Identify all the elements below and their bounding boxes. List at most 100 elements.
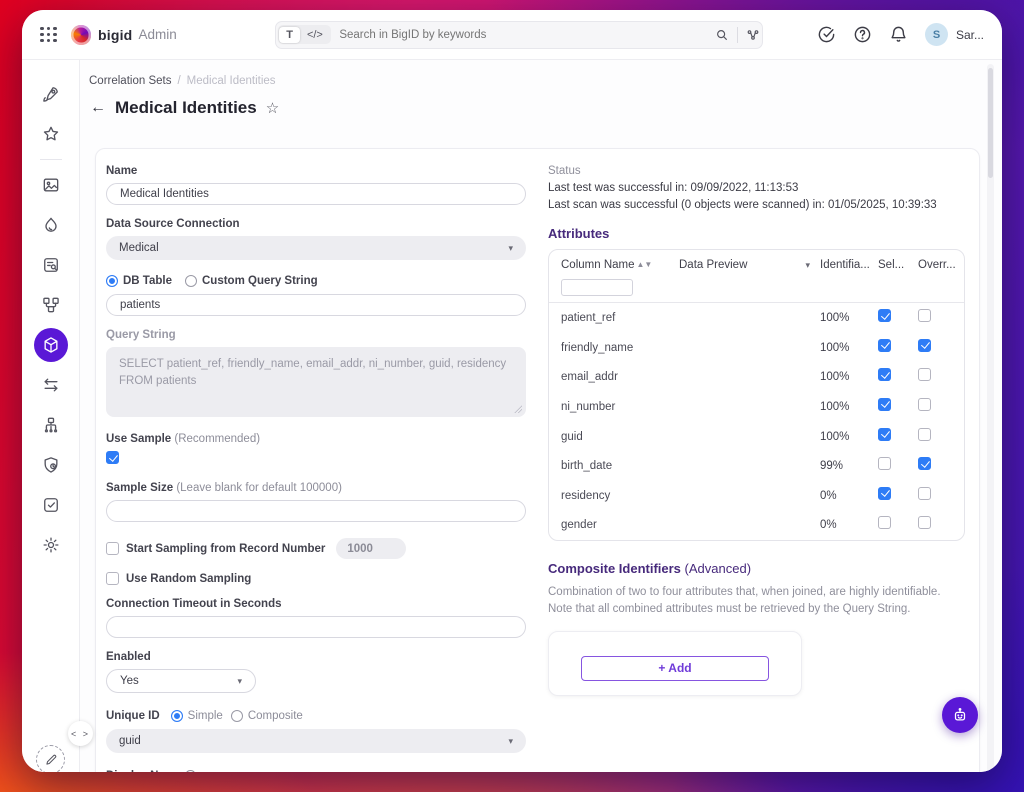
- unique-id-select[interactable]: guid ▾: [106, 729, 526, 753]
- back-button[interactable]: ←: [90, 100, 106, 116]
- nav-favorites-icon[interactable]: [34, 117, 68, 151]
- column-name-filter-input[interactable]: [561, 279, 633, 296]
- identifiability-value: 100%: [820, 401, 878, 413]
- bigid-logo-icon[interactable]: [71, 25, 91, 45]
- search-mode-text-button[interactable]: T: [279, 27, 300, 43]
- search-divider: [737, 27, 738, 43]
- preview-chevron-down-icon[interactable]: ▾: [805, 260, 810, 271]
- selected-checkbox[interactable]: [878, 487, 891, 500]
- search-input[interactable]: [339, 29, 714, 41]
- sort-icon[interactable]: ▲▼: [637, 261, 653, 269]
- scrollbar-track[interactable]: [987, 64, 994, 772]
- identifiability-value: 100%: [820, 312, 878, 324]
- unique-id-simple-radio[interactable]: [171, 710, 183, 722]
- unique-id-simple-label[interactable]: Simple: [188, 710, 223, 722]
- override-checkbox[interactable]: [918, 368, 931, 381]
- random-sampling-checkbox[interactable]: [106, 572, 119, 585]
- table-row: ni_number 100%: [549, 392, 964, 422]
- table-row: birth_date 99%: [549, 451, 964, 481]
- selected-checkbox[interactable]: [878, 339, 891, 352]
- breadcrumb-correlation-sets[interactable]: Correlation Sets: [89, 75, 171, 87]
- db-table-radio-label[interactable]: DB Table: [123, 275, 172, 287]
- user-name[interactable]: Sar...: [956, 28, 984, 42]
- start-sampling-checkbox[interactable]: [106, 542, 119, 555]
- composite-identifiers-heading: Composite Identifiers (Advanced): [548, 561, 965, 576]
- override-checkbox[interactable]: [918, 398, 931, 411]
- nav-rocket-icon[interactable]: [34, 77, 68, 111]
- app-launcher-icon[interactable]: [40, 27, 57, 43]
- timeout-input[interactable]: [106, 616, 526, 638]
- add-composite-identifier-button[interactable]: + Add: [581, 656, 769, 681]
- start-sampling-record-input[interactable]: 1000: [336, 538, 406, 559]
- data-source-select[interactable]: Medical ▾: [106, 236, 526, 260]
- sample-size-input[interactable]: [106, 500, 526, 522]
- override-header[interactable]: Overr...: [918, 259, 956, 271]
- user-avatar[interactable]: S: [925, 23, 948, 46]
- enabled-select[interactable]: Yes ▾: [106, 669, 256, 693]
- override-checkbox[interactable]: [918, 487, 931, 500]
- random-sampling-label[interactable]: Use Random Sampling: [126, 573, 251, 585]
- attribute-name: ni_number: [561, 401, 820, 413]
- selected-checkbox[interactable]: [878, 428, 891, 441]
- scrollbar-thumb[interactable]: [988, 68, 993, 178]
- attribute-name: patient_ref: [561, 312, 820, 324]
- search-mode-code-button[interactable]: </>: [300, 27, 330, 43]
- search-icon[interactable]: [715, 28, 729, 42]
- timeout-label: Connection Timeout in Seconds: [106, 598, 526, 610]
- nav-dashboard-icon[interactable]: [34, 168, 68, 202]
- db-table-radio[interactable]: [106, 275, 118, 287]
- side-nav: [22, 60, 80, 772]
- custom-query-radio-label[interactable]: Custom Query String: [202, 275, 318, 287]
- selected-checkbox[interactable]: [878, 516, 891, 529]
- use-sample-checkbox[interactable]: [106, 451, 119, 464]
- name-input[interactable]: Medical Identities: [106, 183, 526, 205]
- correlation-set-form-card: Name Medical Identities Data Source Conn…: [95, 148, 980, 772]
- nav-tasks-icon[interactable]: [34, 488, 68, 522]
- table-row: guid 100%: [549, 422, 964, 452]
- column-name-header[interactable]: Column Name: [561, 259, 635, 271]
- table-row: patient_ref 100%: [549, 303, 964, 333]
- selected-checkbox[interactable]: [878, 457, 891, 470]
- global-search-bar[interactable]: T </>: [275, 21, 763, 49]
- sidebar-collapse-button[interactable]: < >: [68, 721, 93, 746]
- help-circle-icon[interactable]: ?: [185, 770, 196, 772]
- nav-transfers-icon[interactable]: [34, 368, 68, 402]
- selected-header[interactable]: Sel...: [878, 259, 904, 271]
- selected-checkbox[interactable]: [878, 398, 891, 411]
- notifications-bell-icon[interactable]: [889, 25, 908, 44]
- attribute-name: gender: [561, 519, 820, 531]
- tasks-status-icon[interactable]: [817, 25, 836, 44]
- nav-settings-icon[interactable]: [34, 528, 68, 562]
- favorite-star-icon[interactable]: ☆: [266, 99, 279, 117]
- unique-id-composite-label[interactable]: Composite: [248, 710, 303, 722]
- override-checkbox[interactable]: [918, 309, 931, 322]
- advanced-search-icon[interactable]: [746, 28, 760, 42]
- help-icon[interactable]: [853, 25, 872, 44]
- unique-id-composite-radio[interactable]: [231, 710, 243, 722]
- override-checkbox[interactable]: [918, 457, 931, 470]
- unique-id-label: Unique ID: [106, 710, 160, 722]
- query-string-textarea[interactable]: SELECT patient_ref, friendly_name, email…: [106, 347, 526, 417]
- nav-catalog-icon[interactable]: [34, 288, 68, 322]
- table-name-input[interactable]: patients: [106, 294, 526, 316]
- nav-reports-icon[interactable]: [34, 248, 68, 282]
- start-sampling-label[interactable]: Start Sampling from Record Number: [126, 543, 325, 555]
- override-checkbox[interactable]: [918, 428, 931, 441]
- nav-risk-icon[interactable]: [34, 448, 68, 482]
- attribute-name: birth_date: [561, 460, 820, 472]
- override-checkbox[interactable]: [918, 339, 931, 352]
- attributes-table-body: patient_ref 100% friendly_name 100%: [549, 303, 964, 540]
- breadcrumb-current: Medical Identities: [187, 75, 276, 87]
- custom-query-radio[interactable]: [185, 275, 197, 287]
- assistant-fab-button[interactable]: [942, 697, 978, 733]
- logo-admin-label: Admin: [138, 27, 176, 42]
- nav-correlation-icon[interactable]: [34, 328, 68, 362]
- identifiability-header[interactable]: Identifia...: [820, 259, 870, 271]
- selected-checkbox[interactable]: [878, 309, 891, 322]
- override-checkbox[interactable]: [918, 516, 931, 529]
- nav-hierarchy-icon[interactable]: [34, 408, 68, 442]
- selected-checkbox[interactable]: [878, 368, 891, 381]
- nav-activity-icon[interactable]: [34, 208, 68, 242]
- annotate-pencil-button[interactable]: [36, 745, 65, 772]
- sample-size-label: Sample Size (Leave blank for default 100…: [106, 482, 526, 494]
